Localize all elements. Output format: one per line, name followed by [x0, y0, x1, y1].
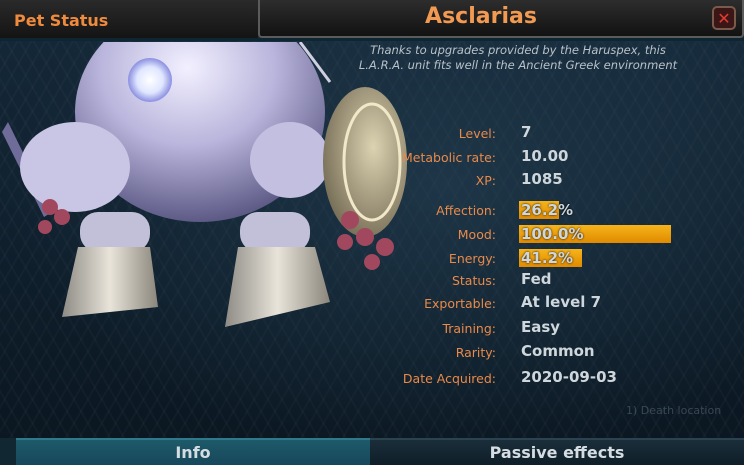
- stat-value: At level 7: [521, 293, 602, 311]
- stat-training: Training: Easy: [380, 318, 720, 338]
- mood-value: 100.0%: [521, 225, 584, 243]
- robot-eye: [128, 58, 172, 102]
- affection-value: 26.2%: [521, 201, 574, 219]
- tab-passive-effects[interactable]: Passive effects: [370, 438, 744, 465]
- stat-label: Training:: [442, 321, 496, 336]
- stat-affection: Affection: 26.2%: [380, 200, 720, 220]
- stat-label: Metabolic rate:: [401, 150, 496, 165]
- stat-label: Mood:: [457, 227, 496, 242]
- stat-value: Fed: [521, 270, 552, 288]
- pet-description: Thanks to upgrades provided by the Harus…: [358, 43, 678, 72]
- stat-label: Rarity:: [455, 345, 496, 360]
- header-divider: [0, 38, 744, 41]
- stat-label: Date Acquired:: [402, 371, 496, 386]
- stat-mood: Mood: 100.0%: [380, 224, 720, 244]
- mood-bar: 100.0%: [519, 225, 671, 243]
- stat-rarity: Rarity: Common: [380, 342, 720, 362]
- close-icon: ✕: [717, 8, 731, 28]
- title-bar: Asclarias ✕: [258, 0, 744, 38]
- stat-date-acquired: Date Acquired: 2020-09-03: [380, 368, 720, 388]
- tab-info[interactable]: Info: [16, 438, 370, 465]
- tab-bar: Info Passive effects: [0, 438, 744, 465]
- stat-label: XP:: [475, 173, 496, 188]
- stat-value: Easy: [521, 318, 561, 336]
- affection-bar: 26.2%: [519, 201, 671, 219]
- stat-label: Level:: [458, 126, 496, 141]
- stat-level: Level: 7: [380, 123, 720, 143]
- stat-value: 10.00: [521, 147, 569, 165]
- stat-value: Common: [521, 342, 595, 360]
- section-label: Pet Status: [14, 11, 109, 30]
- stat-metabolic-rate: Metabolic rate: 10.00: [380, 147, 720, 167]
- tab-passive-effects-label: Passive effects: [489, 443, 625, 462]
- stat-exportable: Exportable: At level 7: [380, 293, 720, 313]
- right-leg: [225, 247, 330, 327]
- stat-label: Affection:: [436, 203, 496, 218]
- stat-label: Energy:: [448, 251, 496, 266]
- left-leg: [62, 247, 158, 317]
- stat-energy: Energy: 41.2%: [380, 248, 720, 268]
- stat-xp: XP: 1085: [380, 170, 720, 190]
- stat-value: 1085: [521, 170, 563, 188]
- right-shoulder: [250, 122, 330, 198]
- close-button[interactable]: ✕: [712, 6, 736, 30]
- stat-label: Status:: [451, 273, 496, 288]
- left-shoulder: [20, 122, 130, 212]
- stat-value: 7: [521, 123, 532, 141]
- energy-value: 41.2%: [521, 249, 574, 267]
- tab-info-label: Info: [175, 443, 211, 462]
- energy-bar: 41.2%: [519, 249, 671, 267]
- pet-name-title: Asclarias: [425, 4, 537, 29]
- pet-model-image: [2, 42, 407, 327]
- stat-status: Status: Fed: [380, 270, 720, 290]
- stat-label: Exportable:: [424, 296, 496, 311]
- background-death-location-text: 1) Death location: [626, 404, 722, 417]
- section-header: Pet Status: [0, 0, 258, 40]
- stat-value: 2020-09-03: [521, 368, 617, 386]
